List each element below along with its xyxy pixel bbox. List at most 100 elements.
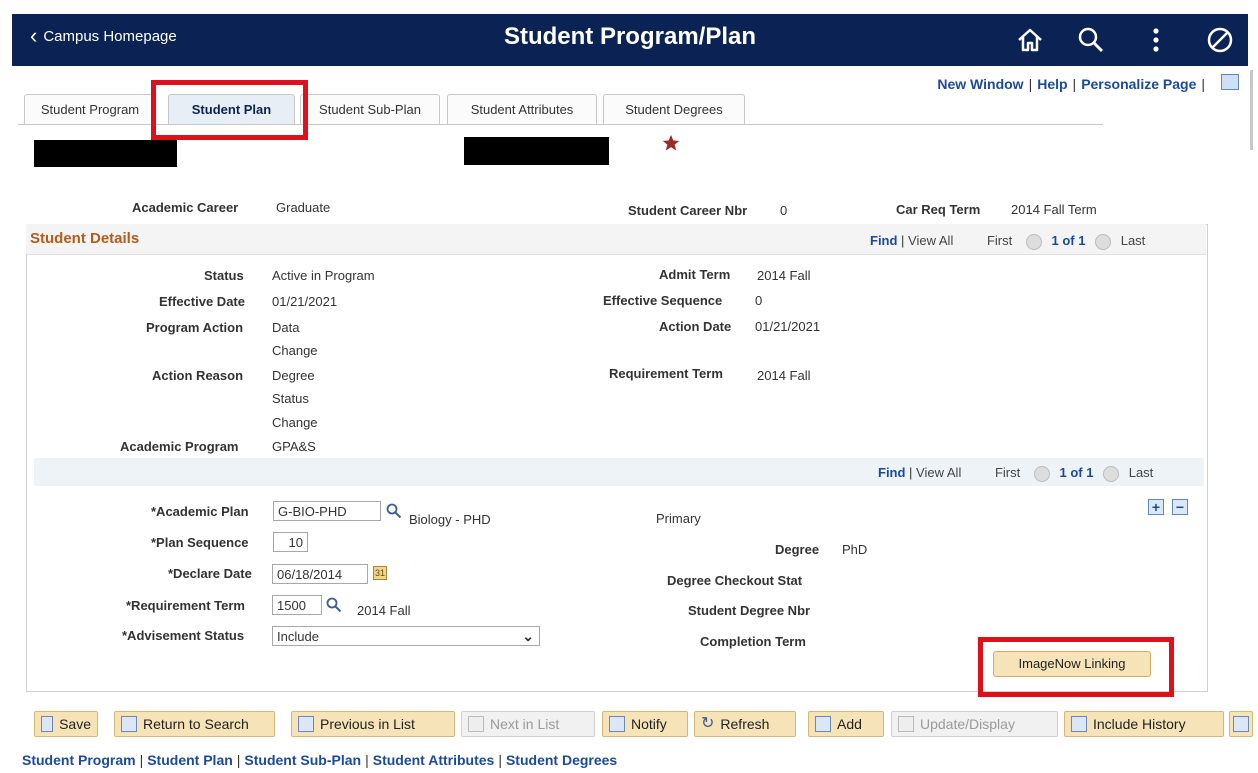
more-toolbar-button[interactable] — [1229, 711, 1253, 737]
highlight-box-student-plan — [151, 80, 308, 140]
status-label: Status — [204, 268, 244, 283]
search-icon[interactable] — [1075, 24, 1107, 56]
navbar-compass-icon[interactable] — [1204, 24, 1236, 56]
update-display-label: Update/Display — [920, 716, 1015, 732]
tab-student-program[interactable]: Student Program — [24, 94, 156, 125]
requirement-term-field-label: *Requirement Term — [126, 598, 245, 613]
plan-view-all-link[interactable]: View All — [916, 465, 961, 480]
return-arrow-icon — [121, 716, 137, 732]
home-icon[interactable] — [1014, 24, 1046, 56]
academic-plan-label: *Academic Plan — [151, 504, 249, 519]
requirement-term-lookup-icon[interactable] — [326, 597, 342, 613]
notify-button[interactable]: Notify — [602, 711, 688, 737]
details-view-all-link[interactable]: View All — [908, 233, 953, 248]
plan-nav: Find | View All First 1 of 1 Last — [878, 465, 1154, 482]
previous-in-list-label: Previous in List — [320, 716, 415, 732]
effective-date-value: 01/21/2021 — [272, 294, 338, 309]
next-in-list-button[interactable]: Next in List — [461, 711, 595, 737]
next-in-list-label: Next in List — [490, 716, 560, 732]
bottom-link-student-plan[interactable]: Student Plan — [147, 752, 233, 768]
advisement-status-label: *Advisement Status — [122, 628, 245, 643]
include-history-button[interactable]: Include History — [1064, 711, 1224, 737]
bottom-link-student-sub-plan[interactable]: Student Sub-Plan — [244, 752, 361, 768]
notify-icon — [609, 716, 625, 732]
grid-view-icon[interactable] — [1221, 74, 1239, 90]
plan-first-label: First — [994, 465, 1021, 480]
previous-in-list-button[interactable]: Previous in List — [291, 711, 455, 737]
star-icon — [662, 134, 680, 151]
tab-student-sub-plan[interactable]: Student Sub-Plan — [300, 94, 440, 125]
save-button[interactable]: Save — [34, 711, 98, 737]
details-nav: Find | View All First 1 of 1 Last — [870, 233, 1146, 250]
plan-sequence-label: *Plan Sequence — [151, 535, 249, 550]
more-toolbar-icon — [1233, 716, 1249, 732]
add-button[interactable]: Add — [808, 711, 884, 737]
bottom-links: Student Program | Student Plan | Student Sub… — [22, 752, 618, 768]
advisement-status-select[interactable]: Include ⌄ — [272, 626, 540, 646]
details-last-label: Last — [1120, 233, 1146, 248]
plan-count: 1 of 1 — [1059, 465, 1094, 480]
help-link[interactable]: Help — [1037, 76, 1067, 92]
academic-plan-input[interactable]: G-BIO-PHD — [273, 501, 381, 521]
degree-value: PhD — [842, 542, 868, 557]
bottom-link-student-attributes[interactable]: Student Attributes — [373, 752, 495, 768]
admit-term-label: Admit Term — [659, 267, 731, 282]
details-next-icon[interactable] — [1095, 233, 1112, 250]
effective-sequence-label: Effective Sequence — [603, 293, 723, 308]
refresh-button[interactable]: ↻ Refresh — [694, 711, 796, 737]
plan-next-icon[interactable] — [1103, 465, 1120, 482]
more-actions-icon[interactable] — [1140, 24, 1172, 56]
plan-prev-icon[interactable] — [1033, 465, 1050, 482]
details-find-link[interactable]: Find — [870, 233, 897, 248]
completion-term-label: Completion Term — [700, 634, 806, 649]
requirement-term-description: 2014 Fall — [357, 603, 411, 618]
refresh-label: Refresh — [720, 716, 770, 732]
details-prev-icon[interactable] — [1025, 233, 1042, 250]
save-label: Save — [59, 716, 91, 732]
include-history-label: Include History — [1093, 716, 1186, 732]
add-row-icon[interactable]: + — [1148, 499, 1164, 515]
action-reason-value-1: Degree — [272, 368, 315, 383]
academic-career-label: Academic Career — [132, 200, 239, 215]
status-value: Active in Program — [272, 268, 375, 283]
include-history-icon — [1071, 716, 1087, 732]
plan-sequence-input[interactable]: 10 — [273, 532, 308, 552]
update-display-icon — [898, 716, 914, 732]
header-bar: ‹ Campus Homepage Student Program/Plan — [12, 14, 1248, 66]
academic-career-value: Graduate — [276, 200, 331, 215]
advisement-status-value: Include — [277, 629, 319, 644]
bottom-link-student-program[interactable]: Student Program — [22, 752, 136, 768]
return-to-search-label: Return to Search — [143, 716, 249, 732]
degree-checkout-stat-label: Degree Checkout Stat — [667, 573, 803, 588]
action-date-value: 01/21/2021 — [755, 319, 821, 334]
declare-date-label: *Declare Date — [168, 566, 252, 581]
personalize-page-link[interactable]: Personalize Page — [1081, 76, 1196, 92]
program-action-label: Program Action — [146, 320, 244, 335]
vertical-scrollbar[interactable] — [1250, 70, 1253, 150]
details-first-label: First — [986, 233, 1013, 248]
bottom-link-student-degrees[interactable]: Student Degrees — [506, 752, 617, 768]
car-req-term-label: Car Req Term — [896, 202, 981, 217]
plan-last-label: Last — [1128, 465, 1154, 480]
tab-student-attributes[interactable]: Student Attributes — [447, 94, 597, 125]
calendar-icon[interactable]: 31 — [373, 566, 387, 580]
academic-program-value: GPA&S — [272, 439, 316, 454]
next-icon — [468, 716, 484, 732]
requirement-term-input[interactable]: 1500 — [272, 595, 322, 615]
imagenow-linking-button[interactable]: ImageNow Linking — [993, 651, 1151, 677]
redacted-student-id — [34, 140, 177, 167]
return-to-search-button[interactable]: Return to Search — [114, 711, 275, 737]
plan-find-link[interactable]: Find — [878, 465, 905, 480]
page-title: Student Program/Plan — [503, 23, 757, 50]
add-label: Add — [837, 716, 862, 732]
student-career-nbr-value: 0 — [780, 203, 788, 218]
tab-student-degrees[interactable]: Student Degrees — [603, 94, 745, 125]
academic-plan-lookup-icon[interactable] — [386, 503, 402, 519]
delete-row-icon[interactable]: − — [1172, 499, 1188, 515]
effective-sequence-value: 0 — [755, 293, 763, 308]
academic-program-label: Academic Program — [120, 439, 239, 454]
new-window-link[interactable]: New Window — [937, 76, 1023, 92]
degree-label: Degree — [775, 542, 820, 557]
update-display-button[interactable]: Update/Display — [891, 711, 1058, 737]
declare-date-input[interactable]: 06/18/2014 — [272, 564, 368, 584]
